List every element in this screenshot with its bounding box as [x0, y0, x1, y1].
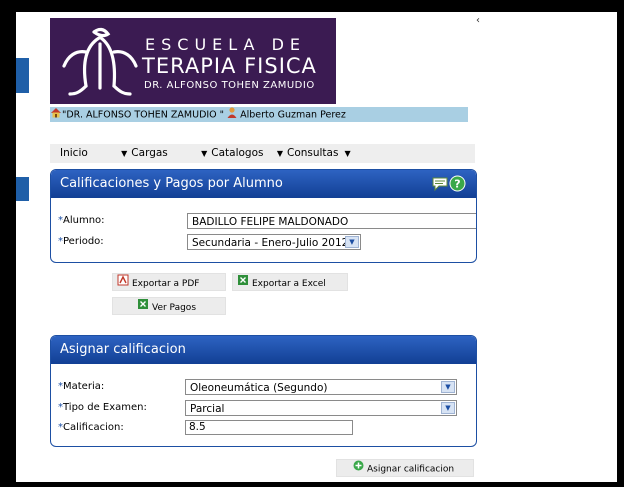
tipo-examen-label: *Tipo de Examen: — [58, 402, 147, 413]
comments-icon[interactable] — [431, 175, 449, 203]
side-marker — [16, 177, 29, 201]
main-nav: Inicio ▼ Cargas ▼ Catalogos ▼ Consultas ▼ — [50, 144, 475, 163]
calificacion-input[interactable]: 8.5 — [185, 420, 353, 435]
logo-line-terapia: TERAPIA FISICA — [142, 54, 317, 78]
window-frame-top — [0, 0, 624, 12]
logo-line-doctor: DR. ALFONSO TOHEN ZAMUDIO — [144, 80, 315, 91]
school-logo: ESCUELA DE TERAPIA FISICA DR. ALFONSO TO… — [50, 18, 336, 104]
periodo-select[interactable]: Secundaria - Enero-Julio 2012 ▼ — [187, 234, 361, 250]
panel-header: Asignar calificacion — [51, 336, 476, 364]
panel-header: Calificaciones y Pagos por Alumno ? — [51, 170, 476, 198]
export-excel-button[interactable]: Exportar a Excel — [232, 273, 348, 291]
window-frame-bottom — [0, 482, 624, 487]
svg-text:?: ? — [454, 178, 460, 191]
chevron-down-icon: ▼ — [201, 149, 208, 158]
tipo-examen-select[interactable]: Parcial ▼ — [185, 400, 457, 416]
school-name: "DR. ALFONSO TOHEN ZAMUDIO " — [62, 109, 225, 121]
materia-select[interactable]: Oleoneumática (Segundo) ▼ — [185, 379, 457, 395]
chevron-down-icon: ▼ — [441, 381, 455, 393]
chevron-down-icon: ▼ — [276, 149, 283, 158]
user-bar: "DR. ALFONSO TOHEN ZAMUDIO " Alberto Guz… — [50, 107, 468, 122]
nav-consultas[interactable]: ▼ Consultas ▼ — [277, 144, 351, 163]
help-icon[interactable]: ? — [449, 175, 466, 203]
nav-inicio[interactable]: Inicio — [60, 144, 88, 163]
chevron-down-icon: ▼ — [121, 149, 128, 158]
nav-cargas[interactable]: ▼ Cargas — [121, 144, 168, 163]
asignar-panel: Asignar calificacion *Materia: Oleoneumá… — [50, 335, 477, 447]
excel-icon — [137, 298, 149, 317]
asignar-calificacion-button[interactable]: Asignar calificacion — [336, 459, 474, 477]
ver-pagos-button[interactable]: Ver Pagos — [112, 297, 226, 315]
export-pdf-button[interactable]: Exportar a PDF — [112, 273, 226, 291]
home-icon[interactable] — [50, 107, 62, 123]
excel-icon — [237, 274, 249, 293]
calificacion-label: *Calificacion: — [58, 422, 124, 433]
stray-char: ‹ — [476, 15, 480, 26]
window-frame-right — [617, 12, 624, 487]
logo-emblem-icon — [62, 27, 138, 96]
materia-label: *Materia: — [58, 381, 105, 392]
periodo-label: *Periodo: — [58, 236, 104, 247]
chevron-down-icon: ▼ — [441, 402, 455, 414]
side-marker — [16, 58, 29, 93]
logo-line-escuela: ESCUELA DE — [145, 35, 306, 54]
panel-title: Asignar calificacion — [60, 342, 186, 357]
alumno-label: *Alumno: — [58, 215, 105, 226]
add-icon — [353, 460, 364, 478]
calificaciones-panel: Calificaciones y Pagos por Alumno ? *Alu… — [50, 169, 477, 263]
chevron-down-icon: ▼ — [344, 149, 351, 158]
alumno-select[interactable]: BADILLO FELIPE MALDONADO ▼ — [187, 213, 476, 229]
user-name: Alberto Guzman Perez — [240, 109, 346, 121]
user-icon — [227, 107, 237, 123]
chevron-down-icon: ▼ — [345, 236, 359, 248]
nav-catalogos[interactable]: ▼ Catalogos — [201, 144, 263, 163]
window-frame-left — [0, 0, 16, 487]
panel-title: Calificaciones y Pagos por Alumno — [60, 176, 283, 191]
pdf-icon — [117, 274, 129, 293]
